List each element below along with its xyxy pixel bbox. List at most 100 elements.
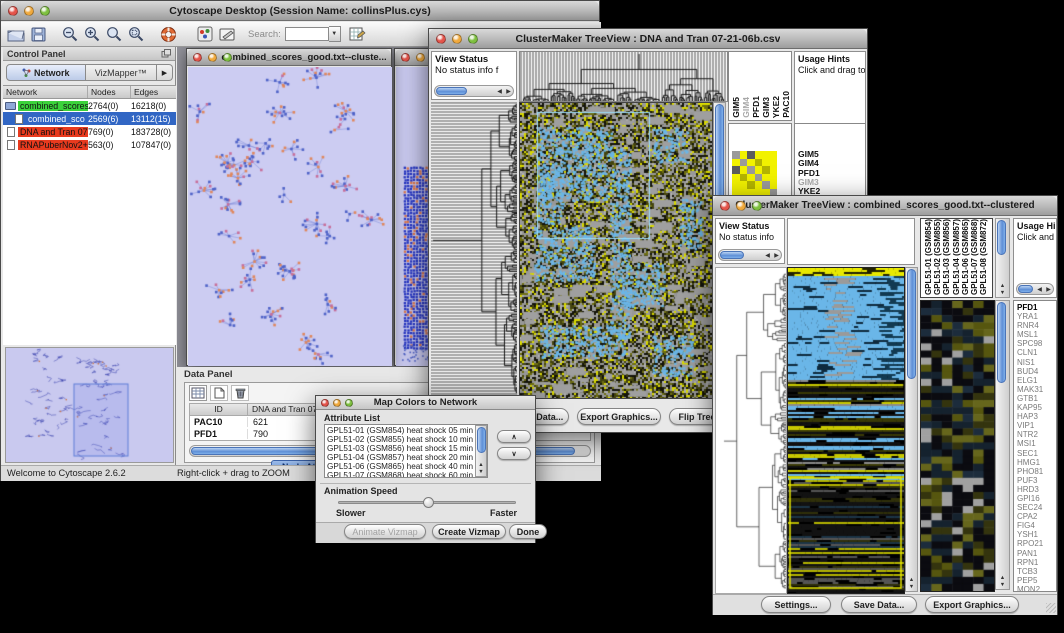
tv1-column-dendrogram[interactable]: [519, 51, 728, 102]
gene-label[interactable]: NIS1: [1017, 358, 1056, 367]
close-icon[interactable]: [8, 6, 18, 16]
float-panel-icon[interactable]: [161, 49, 171, 58]
gene-label[interactable]: SPC98: [1017, 339, 1056, 348]
gene-label[interactable]: TCB3: [1017, 567, 1056, 576]
network-row-0[interactable]: combined_scores_2764(0)16218(0): [3, 99, 176, 112]
gene-label[interactable]: HRD3: [1017, 485, 1056, 494]
gene-label[interactable]: MSL1: [1017, 330, 1056, 339]
gene-label[interactable]: PHO81: [1017, 467, 1056, 476]
attribute-list-vscrollbar[interactable]: ▲▼: [475, 425, 487, 477]
attribute-select-icon[interactable]: [189, 385, 207, 401]
gene-label[interactable]: RNR4: [1017, 321, 1056, 330]
attribute-listbox[interactable]: GPL51-01 (GSM854) heat shock 05 minGPL51…: [324, 424, 488, 478]
gene-label[interactable]: PEP5: [1017, 576, 1056, 585]
gene-label[interactable]: GTB1: [1017, 394, 1056, 403]
animation-speed-slider[interactable]: [338, 501, 516, 504]
id-column-header[interactable]: ID: [190, 404, 248, 415]
treeview2-titlebar[interactable]: ClusterMaker TreeView : combined_scores_…: [713, 196, 1057, 216]
zoom-window-icon[interactable]: [223, 53, 232, 62]
main-titlebar[interactable]: Cytoscape Desktop (Session Name: collins…: [1, 1, 599, 21]
close-icon[interactable]: [436, 34, 446, 44]
attribute-editor-icon[interactable]: [349, 26, 366, 42]
gene-label[interactable]: GPI16: [1017, 494, 1056, 503]
annotation-icon[interactable]: [219, 27, 236, 42]
minimize-icon[interactable]: [333, 399, 341, 407]
gene-label[interactable]: PAN1: [1017, 549, 1056, 558]
gene-label[interactable]: CPA2: [1017, 512, 1056, 521]
attribute-item[interactable]: GPL51-02 (GSM855) heat shock 10 min: [325, 435, 475, 444]
move-up-button[interactable]: ∧: [497, 430, 531, 443]
tv2-heatmap[interactable]: [787, 267, 905, 594]
gene-label[interactable]: MAK31: [1017, 385, 1056, 394]
animate-vizmap-button[interactable]: Animate Vizmap: [344, 524, 426, 539]
open-file-icon[interactable]: [7, 27, 25, 42]
done-button[interactable]: Done: [509, 524, 547, 539]
gene-label[interactable]: MON2: [1017, 585, 1056, 592]
tv2-heatmap-vscrollbar[interactable]: ▲▼: [905, 267, 918, 592]
zoom-in-icon[interactable]: [84, 26, 100, 42]
tv2-usage-hscrollbar[interactable]: ◀▶: [1016, 283, 1054, 295]
close-icon[interactable]: [720, 201, 730, 211]
help-icon[interactable]: [160, 26, 177, 43]
vizmap-icon[interactable]: [197, 26, 213, 42]
tab-overflow-button[interactable]: ▶: [157, 64, 173, 81]
search-input[interactable]: [285, 27, 329, 41]
gene-label[interactable]: SEC24: [1017, 503, 1056, 512]
tv2-zoom-heatmap[interactable]: [920, 300, 995, 592]
tv1-row-dendrogram[interactable]: [431, 102, 517, 397]
gene-label[interactable]: BUD4: [1017, 367, 1056, 376]
zoom-fit-icon[interactable]: [106, 26, 122, 42]
create-vizmap-button[interactable]: Create Vizmap: [432, 524, 506, 539]
tab-vizmapper[interactable]: VizMapper™: [86, 64, 157, 81]
move-down-button[interactable]: ∨: [497, 447, 531, 460]
close-icon[interactable]: [401, 53, 410, 62]
gene-label[interactable]: SEC1: [1017, 449, 1056, 458]
network1-titlebar[interactable]: combined_scores_good.txt--cluste...: [187, 49, 391, 66]
gene-label[interactable]: VIP1: [1017, 421, 1056, 430]
gene-label[interactable]: RPO21: [1017, 539, 1056, 548]
gene-label[interactable]: FIG4: [1017, 521, 1056, 530]
export-graphics-button[interactable]: Export Graphics...: [577, 408, 661, 425]
tv2-column-dendrogram[interactable]: [787, 218, 915, 265]
zoom-window-icon[interactable]: [468, 34, 478, 44]
attribute-item[interactable]: GPL51-07 (GSM868) heat shock 60 min: [325, 471, 475, 478]
attribute-item[interactable]: GPL51-01 (GSM854) heat shock 05 min: [325, 426, 475, 435]
search-dropdown-icon[interactable]: ▼: [329, 26, 341, 42]
tv1-heatmap[interactable]: [519, 102, 713, 399]
tv2-row-dendrogram[interactable]: [715, 267, 787, 594]
network-overview-panel[interactable]: [5, 347, 174, 463]
network-row-1[interactable]: combined_sco2569(6)13112(15): [3, 112, 176, 125]
delete-attribute-icon[interactable]: [231, 385, 249, 401]
minimize-icon[interactable]: [452, 34, 462, 44]
gene-label[interactable]: CLN1: [1017, 348, 1056, 357]
tv2-labels-vscrollbar[interactable]: ▲▼: [995, 218, 1010, 298]
gene-label[interactable]: RPN1: [1017, 558, 1056, 567]
treeview1-titlebar[interactable]: ClusterMaker TreeView : DNA and Tran 07-…: [429, 29, 867, 49]
zoom-selected-icon[interactable]: [128, 26, 144, 42]
tv2-zoom-vscrollbar[interactable]: ▲▼: [995, 300, 1010, 590]
save-session-icon[interactable]: [31, 27, 46, 42]
tab-network[interactable]: Network: [6, 64, 86, 81]
network-canvas-1[interactable]: [188, 67, 392, 366]
gene-label[interactable]: MSI1: [1017, 439, 1056, 448]
gene-label[interactable]: KAP95: [1017, 403, 1056, 412]
tv1-status-hscrollbar[interactable]: ◀▶: [434, 85, 514, 97]
gene-label[interactable]: YSH1: [1017, 530, 1056, 539]
resize-grip[interactable]: [1046, 603, 1056, 613]
gene-label[interactable]: YRA1: [1017, 312, 1056, 321]
network-table-header[interactable]: Network Nodes Edges: [3, 86, 176, 99]
new-attribute-icon[interactable]: [210, 385, 228, 401]
zoom-window-icon[interactable]: [345, 399, 353, 407]
minimize-icon[interactable]: [736, 201, 746, 211]
save-data-button[interactable]: Save Data...: [841, 596, 917, 613]
zoom-out-icon[interactable]: [62, 26, 78, 42]
minimize-icon[interactable]: [416, 53, 425, 62]
gene-label[interactable]: PUF3: [1017, 476, 1056, 485]
gene-label[interactable]: HMG1: [1017, 458, 1056, 467]
attribute-item[interactable]: GPL51-06 (GSM865) heat shock 40 min: [325, 462, 475, 471]
close-icon[interactable]: [321, 399, 329, 407]
network-row-3[interactable]: RNAPuberNov2+563(0)107847(0): [3, 138, 176, 151]
attribute-item[interactable]: GPL51-03 (GSM856) heat shock 15 min: [325, 444, 475, 453]
network-row-2[interactable]: DNA and Tran 07769(0)183728(0): [3, 125, 176, 138]
gene-label[interactable]: PFD1: [1017, 303, 1056, 312]
